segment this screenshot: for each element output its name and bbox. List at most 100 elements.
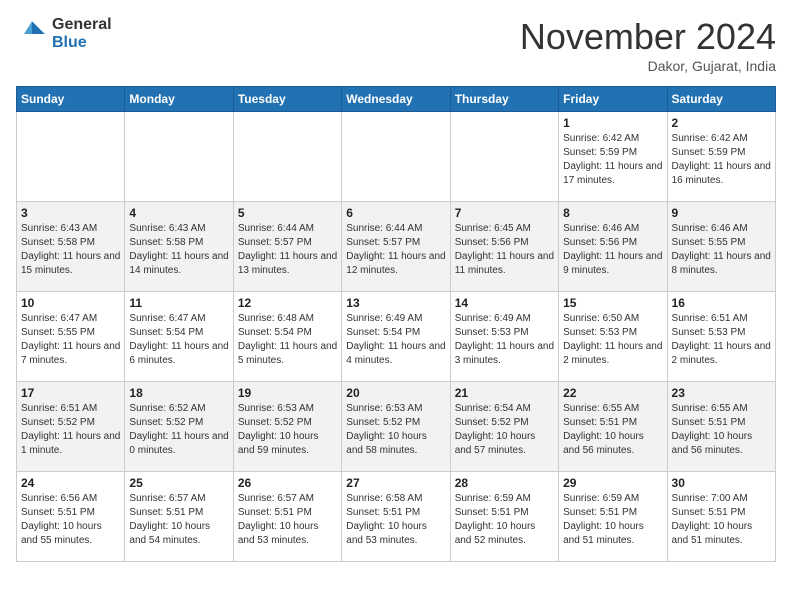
calendar-cell (233, 112, 341, 202)
calendar-cell: 20 Sunrise: 6:53 AMSunset: 5:52 PMDayligh… (342, 382, 450, 472)
logo-general-text: General (52, 16, 112, 34)
day-info: Sunrise: 6:42 AMSunset: 5:59 PMDaylight:… (563, 132, 662, 188)
day-number: 23 (672, 386, 771, 400)
day-info: Sunrise: 6:44 AMSunset: 5:57 PMDaylight:… (346, 222, 445, 278)
day-info: Sunrise: 6:55 AMSunset: 5:51 PMDaylight:… (672, 402, 771, 458)
calendar-cell: 11Sunrise: 6:47 AMSunset: 5:54 PMDayligh… (125, 292, 233, 382)
weekday-header-wednesday: Wednesday (342, 87, 450, 112)
day-number: 16 (672, 296, 771, 310)
day-info: Sunrise: 6:43 AMSunset: 5:58 PMDaylight:… (129, 222, 228, 278)
day-info: Sunrise: 6:48 AMSunset: 5:54 PMDaylight:… (238, 312, 337, 368)
calendar-cell: 14 Sunrise: 6:49 AMSunset: 5:53 PMDayligh… (450, 292, 558, 382)
calendar-cell: 8 Sunrise: 6:46 AMSunset: 5:56 PMDaylight… (559, 202, 667, 292)
logo-text: General Blue (52, 16, 112, 51)
calendar-week-row: 10Sunrise: 6:47 AMSunset: 5:55 PMDayligh… (17, 292, 776, 382)
calendar-cell: 18 Sunrise: 6:52 AMSunset: 5:52 PMDayligh… (125, 382, 233, 472)
calendar-cell: 1 Sunrise: 6:42 AMSunset: 5:59 PMDaylight… (559, 112, 667, 202)
day-info: Sunrise: 6:47 AMSunset: 5:54 PMDaylight:… (129, 312, 228, 368)
day-info: Sunrise: 6:43 AMSunset: 5:58 PMDaylight:… (21, 222, 120, 278)
day-number: 12 (238, 296, 337, 310)
day-number: 18 (129, 386, 228, 400)
day-number: 8 (563, 206, 662, 220)
day-info: Sunrise: 6:59 AMSunset: 5:51 PMDaylight:… (563, 492, 662, 548)
day-info: Sunrise: 6:56 AMSunset: 5:51 PMDaylight:… (21, 492, 120, 548)
day-number: 21 (455, 386, 554, 400)
day-info: Sunrise: 6:46 AMSunset: 5:55 PMDaylight:… (672, 222, 771, 278)
calendar-cell: 28 Sunrise: 6:59 AMSunset: 5:51 PMDayligh… (450, 472, 558, 562)
calendar-cell: 22 Sunrise: 6:55 AMSunset: 5:51 PMDayligh… (559, 382, 667, 472)
day-number: 19 (238, 386, 337, 400)
day-info: Sunrise: 6:54 AMSunset: 5:52 PMDaylight:… (455, 402, 554, 458)
day-info: Sunrise: 7:00 AMSunset: 5:51 PMDaylight:… (672, 492, 771, 548)
day-info: Sunrise: 6:58 AMSunset: 5:51 PMDaylight:… (346, 492, 445, 548)
weekday-header-thursday: Thursday (450, 87, 558, 112)
day-number: 4 (129, 206, 228, 220)
calendar-cell: 30 Sunrise: 7:00 AMSunset: 5:51 PMDayligh… (667, 472, 775, 562)
calendar-cell: 7Sunrise: 6:45 AMSunset: 5:56 PMDaylight… (450, 202, 558, 292)
title-block: November 2024 Dakor, Gujarat, India (520, 16, 776, 74)
day-number: 13 (346, 296, 445, 310)
day-number: 17 (21, 386, 120, 400)
day-info: Sunrise: 6:57 AMSunset: 5:51 PMDaylight:… (129, 492, 228, 548)
day-info: Sunrise: 6:53 AMSunset: 5:52 PMDaylight:… (238, 402, 337, 458)
calendar-cell: 21 Sunrise: 6:54 AMSunset: 5:52 PMDayligh… (450, 382, 558, 472)
day-number: 28 (455, 476, 554, 490)
day-number: 20 (346, 386, 445, 400)
day-info: Sunrise: 6:44 AMSunset: 5:57 PMDaylight:… (238, 222, 337, 278)
logo-blue-text: Blue (52, 34, 112, 52)
month-title: November 2024 (520, 16, 776, 58)
day-number: 30 (672, 476, 771, 490)
day-number: 26 (238, 476, 337, 490)
day-info: Sunrise: 6:53 AMSunset: 5:52 PMDaylight:… (346, 402, 445, 458)
day-number: 25 (129, 476, 228, 490)
calendar-cell: 27Sunrise: 6:58 AMSunset: 5:51 PMDayligh… (342, 472, 450, 562)
day-info: Sunrise: 6:50 AMSunset: 5:53 PMDaylight:… (563, 312, 662, 368)
calendar-cell: 16Sunrise: 6:51 AMSunset: 5:53 PMDayligh… (667, 292, 775, 382)
day-number: 7 (455, 206, 554, 220)
day-number: 9 (672, 206, 771, 220)
calendar-table: SundayMondayTuesdayWednesdayThursdayFrid… (16, 86, 776, 562)
calendar-week-row: 17 Sunrise: 6:51 AMSunset: 5:52 PMDayligh… (17, 382, 776, 472)
day-number: 1 (563, 116, 662, 130)
calendar-cell: 5 Sunrise: 6:44 AMSunset: 5:57 PMDaylight… (233, 202, 341, 292)
day-info: Sunrise: 6:59 AMSunset: 5:51 PMDaylight:… (455, 492, 554, 548)
day-info: Sunrise: 6:47 AMSunset: 5:55 PMDaylight:… (21, 312, 120, 368)
calendar-cell: 9 Sunrise: 6:46 AMSunset: 5:55 PMDaylight… (667, 202, 775, 292)
day-info: Sunrise: 6:49 AMSunset: 5:53 PMDaylight:… (455, 312, 554, 368)
day-info: Sunrise: 6:57 AMSunset: 5:51 PMDaylight:… (238, 492, 337, 548)
calendar-cell: 3 Sunrise: 6:43 AMSunset: 5:58 PMDaylight… (17, 202, 125, 292)
calendar-cell: 17 Sunrise: 6:51 AMSunset: 5:52 PMDayligh… (17, 382, 125, 472)
logo: General Blue (16, 16, 112, 51)
day-info: Sunrise: 6:42 AMSunset: 5:59 PMDaylight:… (672, 132, 771, 188)
calendar-week-row: 1 Sunrise: 6:42 AMSunset: 5:59 PMDaylight… (17, 112, 776, 202)
day-number: 14 (455, 296, 554, 310)
day-info: Sunrise: 6:52 AMSunset: 5:52 PMDaylight:… (129, 402, 228, 458)
day-number: 3 (21, 206, 120, 220)
day-info: Sunrise: 6:55 AMSunset: 5:51 PMDaylight:… (563, 402, 662, 458)
calendar-cell: 12 Sunrise: 6:48 AMSunset: 5:54 PMDayligh… (233, 292, 341, 382)
calendar-cell: 10Sunrise: 6:47 AMSunset: 5:55 PMDayligh… (17, 292, 125, 382)
calendar-cell: 13 Sunrise: 6:49 AMSunset: 5:54 PMDayligh… (342, 292, 450, 382)
day-number: 5 (238, 206, 337, 220)
day-number: 29 (563, 476, 662, 490)
day-number: 2 (672, 116, 771, 130)
day-number: 6 (346, 206, 445, 220)
day-number: 15 (563, 296, 662, 310)
page-header: General Blue November 2024 Dakor, Gujara… (16, 16, 776, 74)
weekday-header-friday: Friday (559, 87, 667, 112)
day-info: Sunrise: 6:51 AMSunset: 5:52 PMDaylight:… (21, 402, 120, 458)
calendar-week-row: 3 Sunrise: 6:43 AMSunset: 5:58 PMDaylight… (17, 202, 776, 292)
calendar-header-row: SundayMondayTuesdayWednesdayThursdayFrid… (17, 87, 776, 112)
weekday-header-tuesday: Tuesday (233, 87, 341, 112)
weekday-header-monday: Monday (125, 87, 233, 112)
calendar-cell: 19 Sunrise: 6:53 AMSunset: 5:52 PMDayligh… (233, 382, 341, 472)
day-info: Sunrise: 6:49 AMSunset: 5:54 PMDaylight:… (346, 312, 445, 368)
calendar-cell: 24Sunrise: 6:56 AMSunset: 5:51 PMDayligh… (17, 472, 125, 562)
calendar-cell: 29 Sunrise: 6:59 AMSunset: 5:51 PMDayligh… (559, 472, 667, 562)
calendar-cell: 15 Sunrise: 6:50 AMSunset: 5:53 PMDayligh… (559, 292, 667, 382)
weekday-header-saturday: Saturday (667, 87, 775, 112)
calendar-cell: 23 Sunrise: 6:55 AMSunset: 5:51 PMDayligh… (667, 382, 775, 472)
day-info: Sunrise: 6:46 AMSunset: 5:56 PMDaylight:… (563, 222, 662, 278)
calendar-cell (125, 112, 233, 202)
day-number: 22 (563, 386, 662, 400)
